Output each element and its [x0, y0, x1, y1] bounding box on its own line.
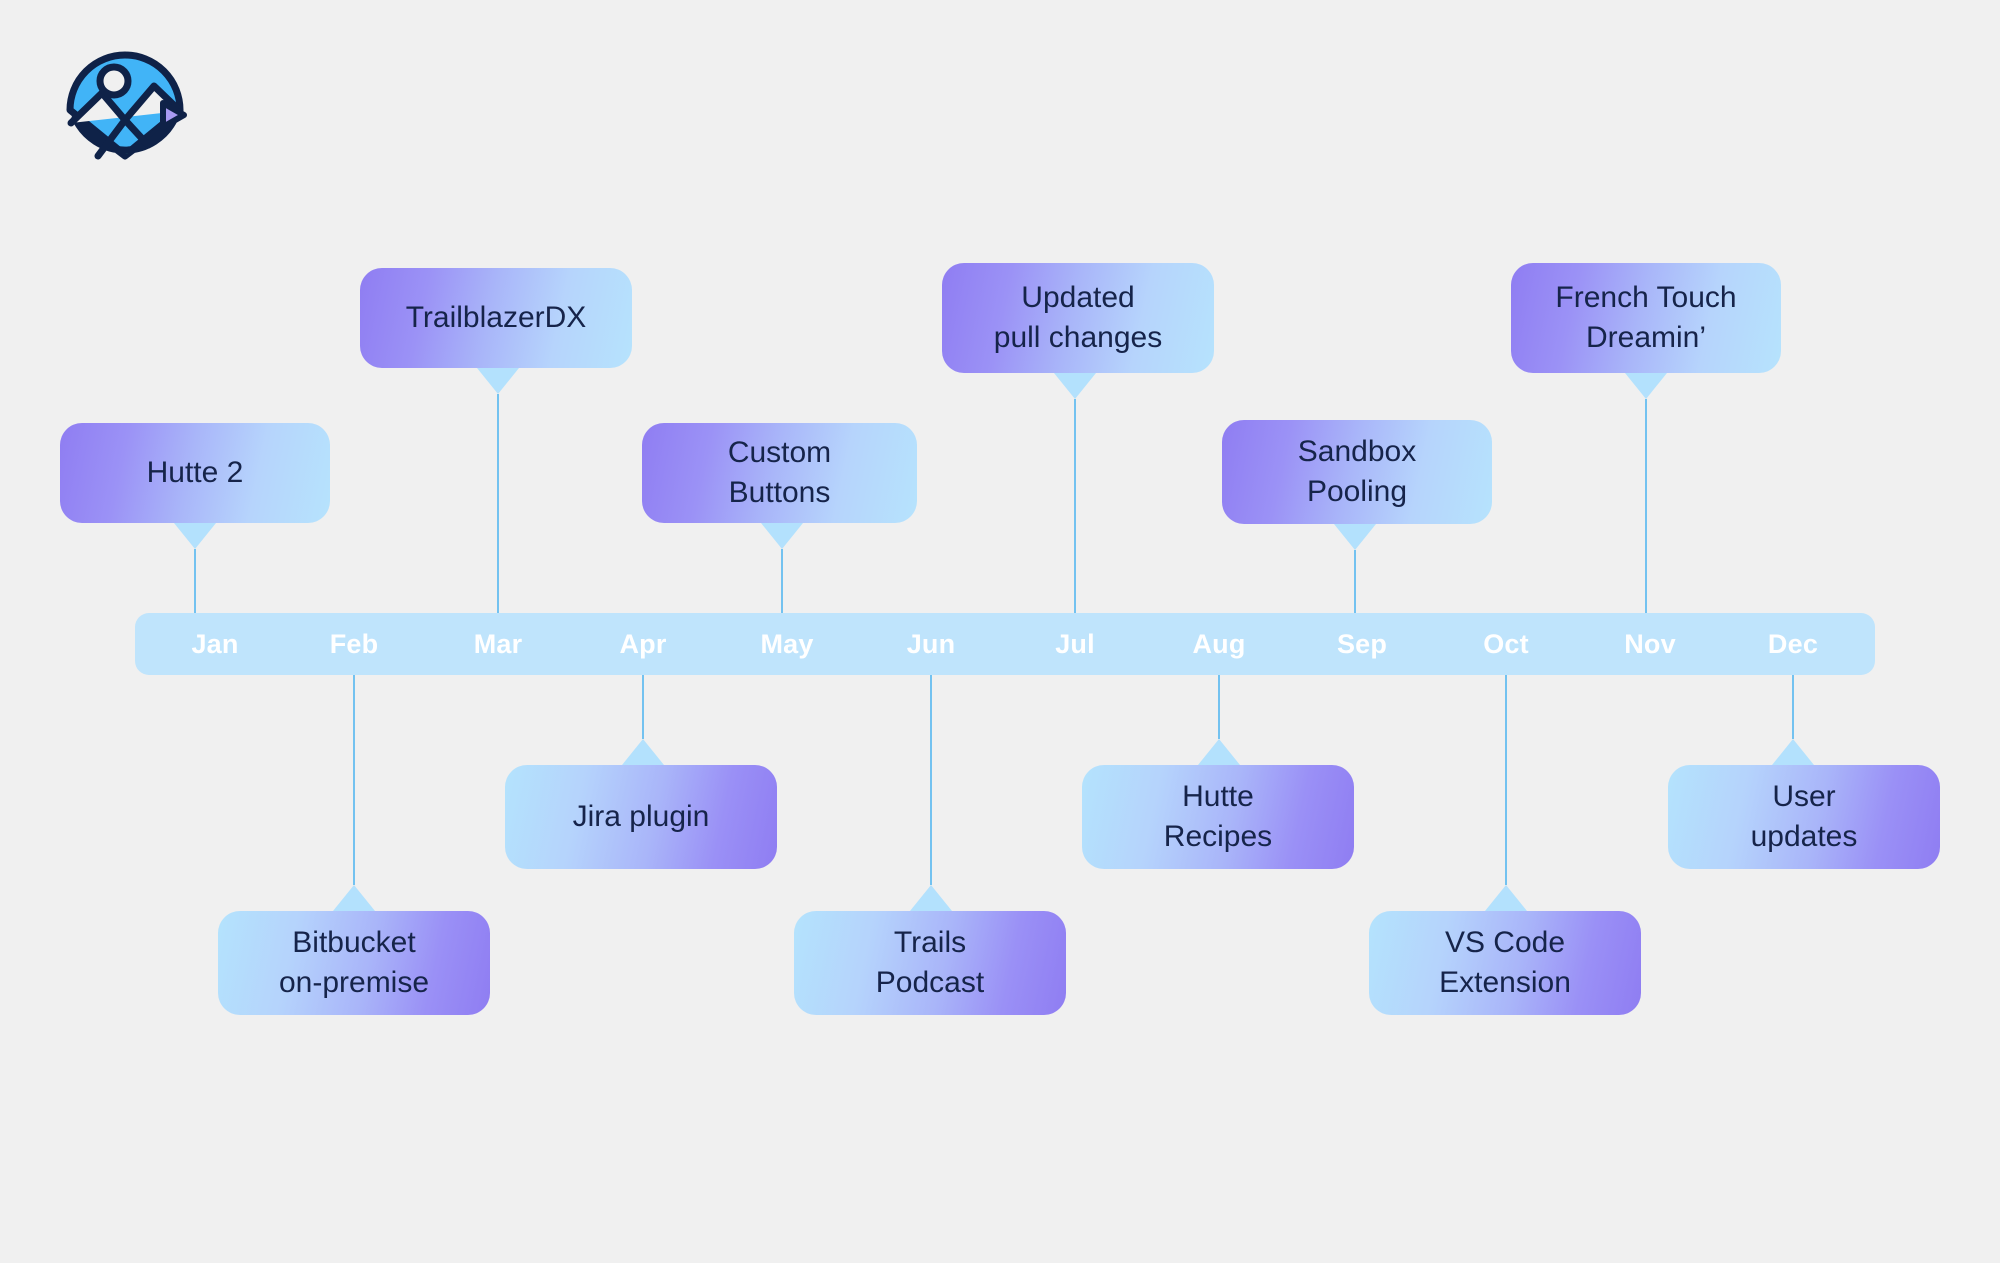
event-bubble-jira-plugin[interactable]: Jira plugin	[505, 765, 777, 869]
month-label-nov[interactable]: Nov	[1590, 613, 1710, 675]
connector-line-user-updates	[1792, 675, 1794, 739]
month-label-mar[interactable]: Mar	[438, 613, 558, 675]
month-label-jun[interactable]: Jun	[871, 613, 991, 675]
timeline-bar: Jan Feb Mar Apr May Jun Jul Aug Sep Oct Nov Dec	[135, 613, 1875, 675]
month-label-aug[interactable]: Aug	[1159, 613, 1279, 675]
bubble-tail-user-updates	[1772, 739, 1814, 765]
bubble-tail-sandbox-pooling	[1334, 524, 1376, 550]
bubble-tail-custom-buttons	[761, 523, 803, 549]
bubble-tail-bitbucket-on-premise	[333, 885, 375, 911]
month-label-dec[interactable]: Dec	[1733, 613, 1853, 675]
connector-line-hutte-2	[194, 549, 196, 613]
month-label-may[interactable]: May	[727, 613, 847, 675]
event-bubble-french-touch-dreamin[interactable]: French Touch Dreamin’	[1511, 263, 1781, 373]
event-bubble-trailblazerdx[interactable]: TrailblazerDX	[360, 268, 632, 368]
connector-line-custom-buttons	[781, 549, 783, 613]
connector-line-trailblazerdx	[497, 394, 499, 613]
bubble-tail-french-touch-dreamin	[1625, 373, 1667, 399]
month-label-sep[interactable]: Sep	[1302, 613, 1422, 675]
connector-line-sandbox-pooling	[1354, 550, 1356, 613]
event-bubble-user-updates[interactable]: User updates	[1668, 765, 1940, 869]
event-bubble-custom-buttons[interactable]: Custom Buttons	[642, 423, 917, 523]
event-bubble-hutte-2[interactable]: Hutte 2	[60, 423, 330, 523]
connector-line-updated-pull-changes	[1074, 399, 1076, 613]
event-bubble-vs-code-extension[interactable]: VS Code Extension	[1369, 911, 1641, 1015]
bubble-tail-hutte-recipes	[1198, 739, 1240, 765]
bubble-tail-jira-plugin	[622, 739, 664, 765]
connector-line-trails-podcast	[930, 675, 932, 885]
month-label-jul[interactable]: Jul	[1015, 613, 1135, 675]
timeline-diagram: Hutte 2 TrailblazerDX Custom Buttons Update…	[0, 0, 2000, 1263]
event-bubble-bitbucket-on-premise[interactable]: Bitbucket on-premise	[218, 911, 490, 1015]
event-bubble-trails-podcast[interactable]: Trails Podcast	[794, 911, 1066, 1015]
month-label-apr[interactable]: Apr	[583, 613, 703, 675]
bubble-tail-hutte-2	[174, 523, 216, 549]
connector-line-bitbucket-on-premise	[353, 675, 355, 885]
bubble-tail-trails-podcast	[910, 885, 952, 911]
month-label-feb[interactable]: Feb	[294, 613, 414, 675]
event-bubble-hutte-recipes[interactable]: Hutte Recipes	[1082, 765, 1354, 869]
connector-line-french-touch-dreamin	[1645, 399, 1647, 613]
connector-line-jira-plugin	[642, 675, 644, 739]
event-bubble-updated-pull-changes[interactable]: Updated pull changes	[942, 263, 1214, 373]
bubble-tail-updated-pull-changes	[1054, 373, 1096, 399]
month-label-oct[interactable]: Oct	[1446, 613, 1566, 675]
event-bubble-sandbox-pooling[interactable]: Sandbox Pooling	[1222, 420, 1492, 524]
bubble-tail-trailblazerdx	[477, 368, 519, 394]
connector-line-hutte-recipes	[1218, 675, 1220, 739]
connector-line-vs-code-extension	[1505, 675, 1507, 885]
month-label-jan[interactable]: Jan	[155, 613, 275, 675]
bubble-tail-vs-code-extension	[1485, 885, 1527, 911]
